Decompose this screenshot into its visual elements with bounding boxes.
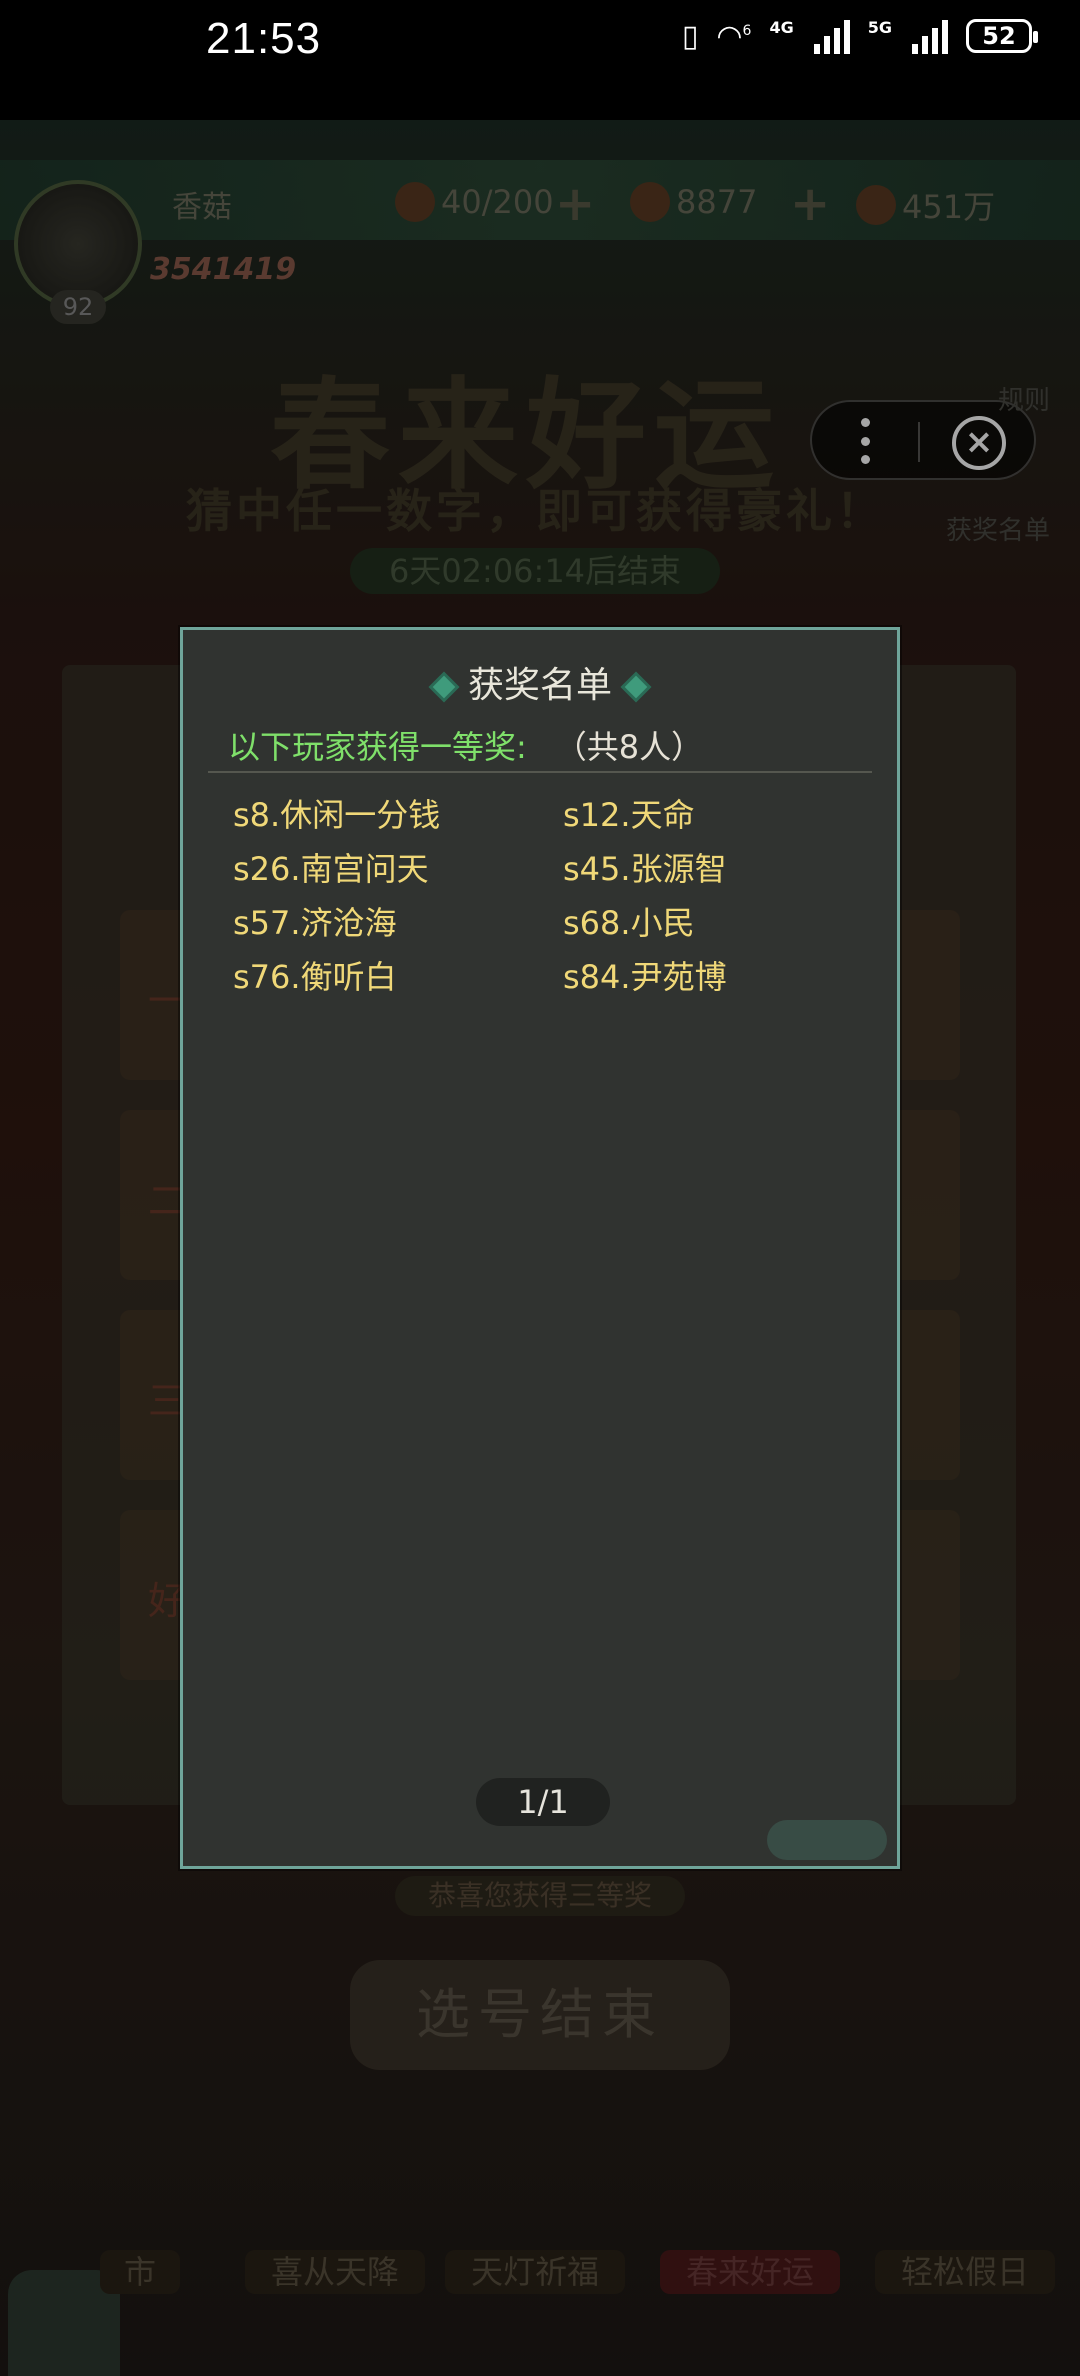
winner-item: s26.南宫问天 (233, 850, 429, 888)
winner-item: s45.张源智 (563, 850, 727, 888)
modal-title-text: 获奖名单 (467, 665, 612, 706)
winner-item: s76.衡听白 (233, 958, 397, 996)
status-icons: ▯ ◠6 4G 5G 52 (681, 18, 1038, 54)
winner-item: s8.休闲一分钱 (233, 796, 441, 834)
winners-list: s8.休闲一分钱 s12.天命 s26.南宫问天 s45.张源智 s57.济沧海… (233, 798, 873, 995)
winner-item: s68.小民 (563, 904, 695, 942)
modal-title: 获奖名单 (183, 656, 897, 708)
signal-icon-2 (912, 18, 948, 54)
network-type-a: 4G (769, 18, 794, 37)
modal-subtitle: 以下玩家获得一等奖: （共8人） (228, 722, 703, 768)
status-bar: 21:53 ▯ ◠6 4G 5G 52 (0, 0, 1080, 120)
cloud-decoration (767, 1820, 887, 1860)
network-type-b: 5G (867, 18, 892, 37)
subtitle-count: （共8人） (554, 728, 704, 766)
vibrate-icon: ▯ (681, 18, 699, 54)
winner-item: s57.济沧海 (233, 904, 397, 942)
status-time: 21:53 (206, 14, 322, 63)
diamond-icon (432, 675, 456, 699)
wifi-label: 6 (742, 22, 752, 39)
divider (208, 771, 872, 773)
diamond-icon (624, 675, 648, 699)
winners-modal: 获奖名单 以下玩家获得一等奖: （共8人） s8.休闲一分钱 s12.天命 s26… (180, 627, 900, 1869)
wifi-icon: ◠6 (716, 18, 752, 54)
battery-icon: 52 (966, 19, 1038, 53)
signal-icon (813, 18, 850, 54)
winner-item: s12.天命 (563, 796, 695, 834)
winner-item: s84.尹苑博 (563, 958, 727, 996)
subtitle-label: 以下玩家获得一等奖: (228, 728, 527, 766)
page-indicator: 1/1 (476, 1778, 610, 1826)
